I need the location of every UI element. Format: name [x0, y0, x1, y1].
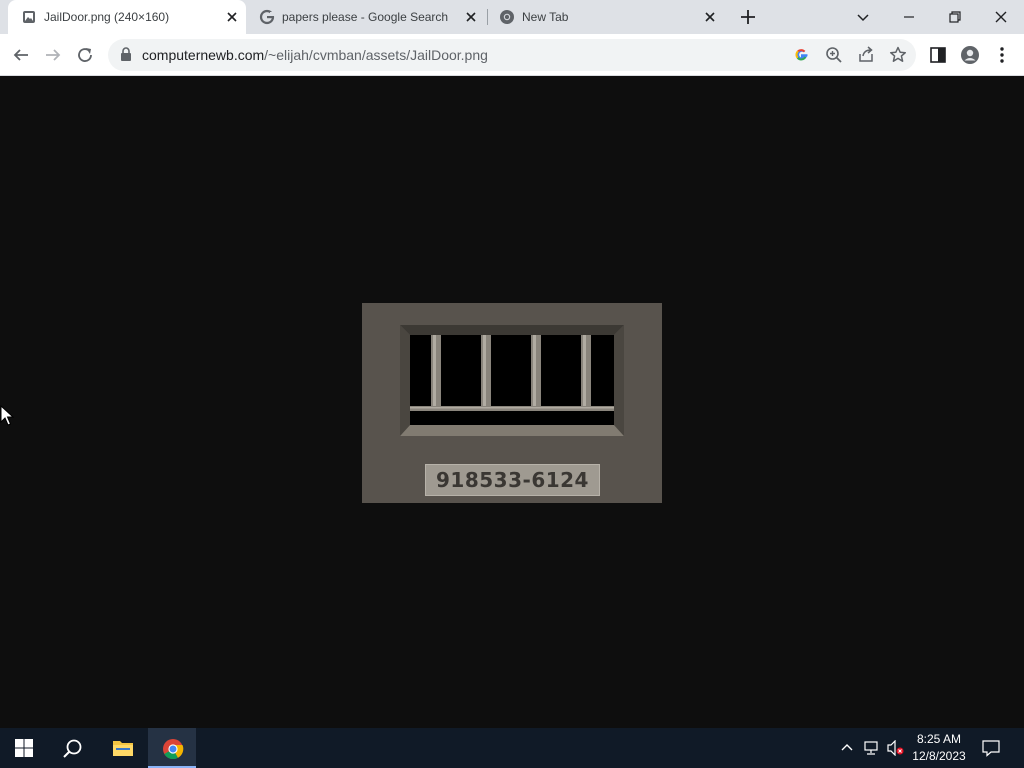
browser-toolbar: computernewb.com/~elijah/cvmban/assets/J… — [0, 34, 1024, 76]
close-tab-icon[interactable] — [463, 9, 479, 25]
show-hidden-icons-chevron-icon[interactable] — [839, 740, 855, 756]
chrome-taskbar-icon[interactable] — [148, 728, 196, 768]
tab-jaildoor[interactable]: JailDoor.png (240×160) — [8, 0, 246, 34]
volume-muted-icon[interactable] — [887, 739, 904, 757]
close-tab-icon[interactable] — [224, 9, 240, 25]
close-window-icon[interactable] — [978, 0, 1024, 34]
tab-strip: JailDoor.png (240×160) papers please - G… — [0, 0, 1024, 34]
url-text[interactable]: computernewb.com/~elijah/cvmban/assets/J… — [142, 47, 488, 63]
share-icon[interactable] — [856, 45, 876, 65]
google-g-icon — [259, 9, 275, 25]
url-domain: computernewb.com — [142, 47, 265, 63]
side-panel-icon[interactable] — [928, 45, 948, 65]
clock-date: 12/8/2023 — [912, 749, 966, 763]
tab-title: JailDoor.png (240×160) — [44, 10, 170, 24]
chrome-icon — [499, 9, 515, 25]
clock-time: 8:25 AM — [916, 732, 962, 746]
zoom-icon[interactable] — [824, 45, 844, 65]
system-clock[interactable]: 8:25 AM 12/8/2023 — [906, 731, 972, 765]
restore-icon[interactable] — [932, 0, 978, 34]
url-path: /~elijah/cvmban/assets/JailDoor.png — [264, 47, 488, 63]
google-lens-g-icon[interactable] — [792, 45, 812, 65]
tab-google-search[interactable]: papers please - Google Search — [246, 0, 486, 34]
cell-number-plate: 918533-6124 — [425, 464, 600, 496]
image-file-icon — [21, 9, 37, 25]
forward-arrow-icon[interactable] — [40, 42, 66, 68]
network-icon[interactable] — [863, 740, 879, 756]
image-viewer: 918533-6124 — [0, 77, 1024, 728]
mouse-pointer-icon — [0, 404, 15, 432]
menu-kebab-icon[interactable] — [992, 45, 1012, 65]
notification-center-icon[interactable] — [982, 739, 1000, 762]
tab-title: papers please - Google Search — [282, 10, 449, 24]
start-button-windows-icon[interactable] — [0, 728, 48, 768]
tab-new-tab[interactable]: New Tab — [486, 0, 726, 34]
file-explorer-folder-icon[interactable] — [98, 728, 146, 768]
address-bar[interactable]: computernewb.com/~elijah/cvmban/assets/J… — [108, 39, 916, 71]
tab-search-chevron-icon[interactable] — [840, 0, 886, 34]
windows-taskbar: 8:25 AM 12/8/2023 — [0, 728, 1024, 768]
bookmark-star-icon[interactable] — [888, 45, 908, 65]
jail-door-image[interactable]: 918533-6124 — [362, 303, 662, 503]
reload-icon[interactable] — [72, 42, 98, 68]
back-arrow-icon[interactable] — [8, 42, 34, 68]
cell-number-text: 918533-6124 — [436, 468, 589, 492]
tab-title: New Tab — [522, 10, 569, 24]
new-tab-plus-icon[interactable] — [738, 7, 758, 27]
lock-icon[interactable] — [120, 47, 132, 66]
close-tab-icon[interactable] — [702, 9, 718, 25]
profile-avatar-icon[interactable] — [960, 45, 980, 65]
minimize-icon[interactable] — [886, 0, 932, 34]
search-icon[interactable] — [48, 728, 96, 768]
